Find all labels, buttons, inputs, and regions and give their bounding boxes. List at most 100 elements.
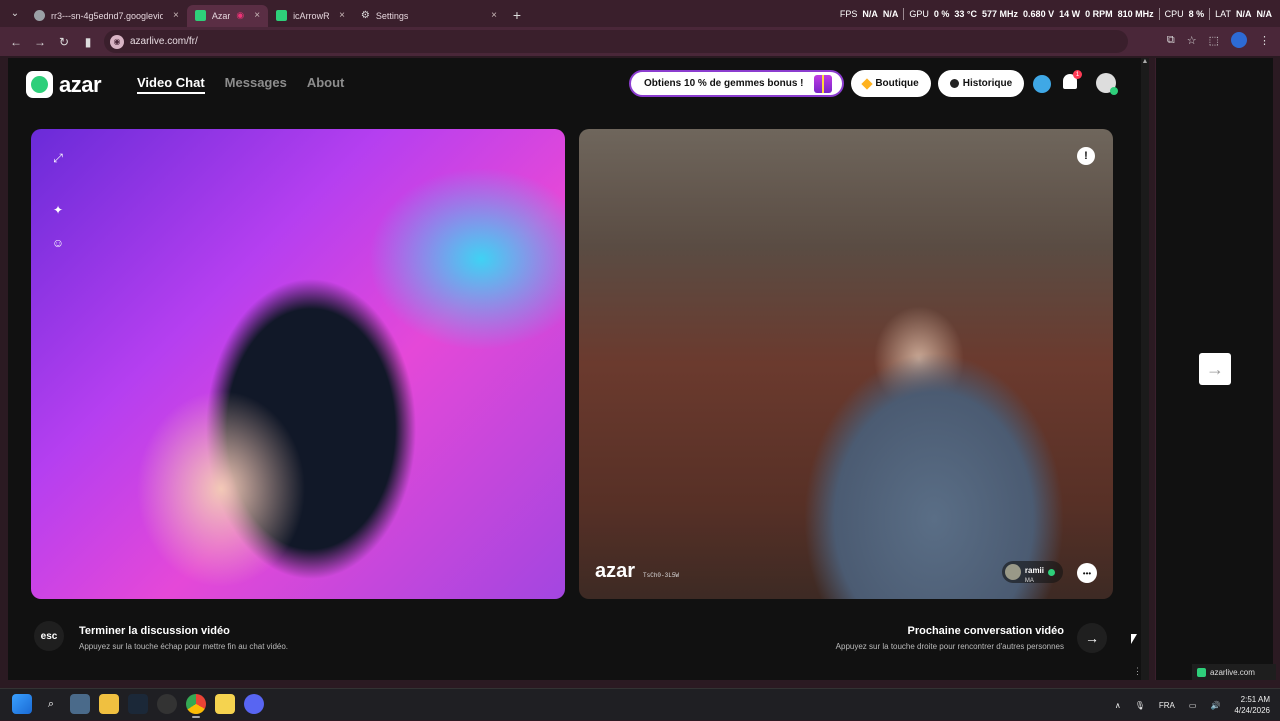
side-panel-arrow[interactable]: → [1199, 353, 1231, 385]
end-chat-button[interactable]: esc [34, 621, 64, 651]
gem-bonus-promo[interactable]: Obtiens 10 % de gemmes bonus ! [629, 70, 844, 97]
gear-icon: ⚙ [360, 10, 370, 21]
reload-icon[interactable]: ↻ [52, 30, 76, 54]
tab-azar[interactable]: Azar ◉ × [186, 4, 269, 27]
tab-close-icon[interactable]: × [491, 10, 497, 21]
language-indicator[interactable]: FRA [1159, 701, 1175, 710]
history-clock-icon [949, 79, 959, 88]
watermark-code: TsCh0-3L5W [643, 572, 680, 579]
historique-label: Historique [962, 78, 1013, 89]
partner-country: MA [1024, 578, 1034, 584]
tab-search-icon[interactable]: ⌄ [4, 4, 26, 24]
windows-start-icon[interactable] [12, 694, 32, 714]
nav-video-chat[interactable]: Video Chat [137, 75, 205, 94]
address-bar[interactable]: ◉ azarlive.com/fr/ [104, 30, 1128, 53]
gpu-clock: 577 MHz [982, 8, 1019, 19]
lat-value: N/A [1256, 8, 1273, 19]
clock[interactable]: 2:51 AM 4/24/2026 [1234, 694, 1270, 716]
profile-avatar[interactable] [1231, 32, 1247, 48]
promo-text: Obtiens 10 % de gemmes bonus ! [644, 78, 804, 89]
gpu-label: GPU [909, 8, 929, 19]
new-tab-button[interactable]: + [513, 7, 521, 23]
tab-close-icon[interactable]: × [173, 10, 179, 21]
partner-name: ramii [1024, 566, 1044, 575]
historique-button[interactable]: Historique [938, 70, 1024, 97]
tab-title: Settings [375, 10, 409, 21]
forward-arrow-icon[interactable]: → [28, 30, 52, 54]
cpu-load: 8 % [1188, 8, 1205, 19]
page-scrollbar[interactable] [1141, 58, 1149, 680]
boutique-label: Boutique [875, 78, 919, 89]
gpu-power: 14 W [1059, 8, 1081, 19]
microphone-icon[interactable]: 🎙 [1135, 701, 1145, 710]
bookmark-star-icon[interactable]: ☆ [1187, 34, 1197, 47]
url-text: azarlive.com/fr/ [130, 36, 198, 47]
browser-toolbar: ← → ↻ ▮ ◉ azarlive.com/fr/ ⧉ ☆ ⬚ ⋮ [0, 27, 1280, 56]
gpu-fan: 0 RPM [1085, 8, 1113, 19]
task-view-icon[interactable] [70, 694, 90, 714]
tab-favicon [34, 10, 45, 21]
search-icon[interactable]: ⌕ [41, 694, 61, 714]
back-arrow-icon[interactable]: ← [4, 30, 28, 54]
cast-icon[interactable]: ⧉ [1167, 34, 1175, 47]
azar-logo-icon [26, 71, 53, 98]
gpu-load: 0 % [933, 8, 950, 19]
next-chat-button[interactable]: → [1077, 623, 1107, 653]
chat-icon[interactable] [1033, 75, 1051, 93]
nav-about[interactable]: About [307, 75, 345, 94]
fps-value: N/A [882, 8, 899, 19]
tab-close-icon[interactable]: × [254, 10, 260, 21]
menu-kebab-icon[interactable]: ⋮ [1259, 34, 1270, 47]
obs-icon[interactable] [157, 694, 177, 714]
fps-value: N/A [862, 8, 878, 19]
partner-avatar [1004, 564, 1021, 580]
file-explorer-icon[interactable] [99, 694, 119, 714]
azar-watermark: azar TsCh0-3L5W [595, 560, 679, 583]
tab-video[interactable]: rr3---sn-4g5ednd7.googlevide × [26, 5, 187, 27]
sticker-icon[interactable]: ☺ [50, 235, 66, 251]
windows-taskbar: ⌕ ∧ 🎙 FRA ▭ 🔊 2:51 AM 4/24/2026 [0, 688, 1280, 720]
side-panel-footer[interactable]: azarlive.com [1192, 664, 1276, 680]
notification-bell-icon[interactable]: 1 [1063, 70, 1082, 92]
partner-info[interactable]: ramii MA [1001, 561, 1063, 584]
scroll-up-arrow-icon[interactable]: ▲ [1141, 58, 1149, 68]
network-icon[interactable]: ▭ [1189, 701, 1197, 710]
tab-favicon [194, 10, 206, 21]
end-chat-title: Terminer la discussion vidéo [79, 625, 230, 637]
chrome-icon[interactable] [186, 694, 206, 718]
lat-value: N/A [1236, 8, 1252, 19]
main-nav: Video Chat Messages About [137, 75, 344, 94]
clock-date: 4/24/2026 [1234, 706, 1270, 715]
watermark-logo: azar [595, 560, 636, 582]
steam-icon[interactable] [128, 694, 148, 714]
fps-label: FPS [839, 8, 858, 19]
report-icon[interactable]: ! [1077, 147, 1095, 165]
nav-messages[interactable]: Messages [225, 75, 287, 94]
chat-bubble-icon[interactable]: ••• [1077, 563, 1097, 583]
side-footer-url: azarlive.com [1210, 667, 1255, 677]
notepad-icon[interactable] [215, 694, 235, 714]
user-profile-icon[interactable] [1096, 73, 1118, 95]
tab-close-icon[interactable]: × [339, 10, 345, 21]
gift-icon [814, 75, 832, 93]
cpu-label: CPU [1164, 8, 1184, 19]
extensions-icon[interactable]: ⬚ [1209, 34, 1219, 47]
gpu-temp: 33 °C [954, 8, 978, 19]
local-video: ⤢ ✦ ☺ [31, 129, 565, 599]
tab-title: icArrowR [293, 10, 330, 21]
expand-icon[interactable]: ⤢ [50, 150, 66, 166]
magic-wand-icon[interactable]: ✦ [50, 202, 66, 218]
tab-icarrow[interactable]: icArrowR × [268, 5, 353, 27]
mouse-cursor [1131, 634, 1137, 644]
volume-icon[interactable]: 🔊 [1210, 701, 1220, 710]
tray-expand-icon[interactable]: ∧ [1115, 701, 1121, 710]
tab-settings[interactable]: ⚙ Settings × [353, 5, 505, 27]
side-menu-kebab-icon[interactable]: ⋮ [1133, 666, 1142, 677]
next-chat-hint: Appuyez sur la touche droite pour rencon… [835, 642, 1064, 651]
partner-video: ! azar TsCh0-3L5W ramii MA ••• [579, 129, 1113, 599]
site-info-icon[interactable]: ◉ [110, 34, 124, 49]
sidebar-toggle-icon[interactable]: ▮ [76, 30, 100, 54]
boutique-button[interactable]: Boutique [851, 70, 931, 97]
discord-icon[interactable] [244, 694, 264, 714]
azar-logo[interactable]: azar [26, 71, 102, 98]
